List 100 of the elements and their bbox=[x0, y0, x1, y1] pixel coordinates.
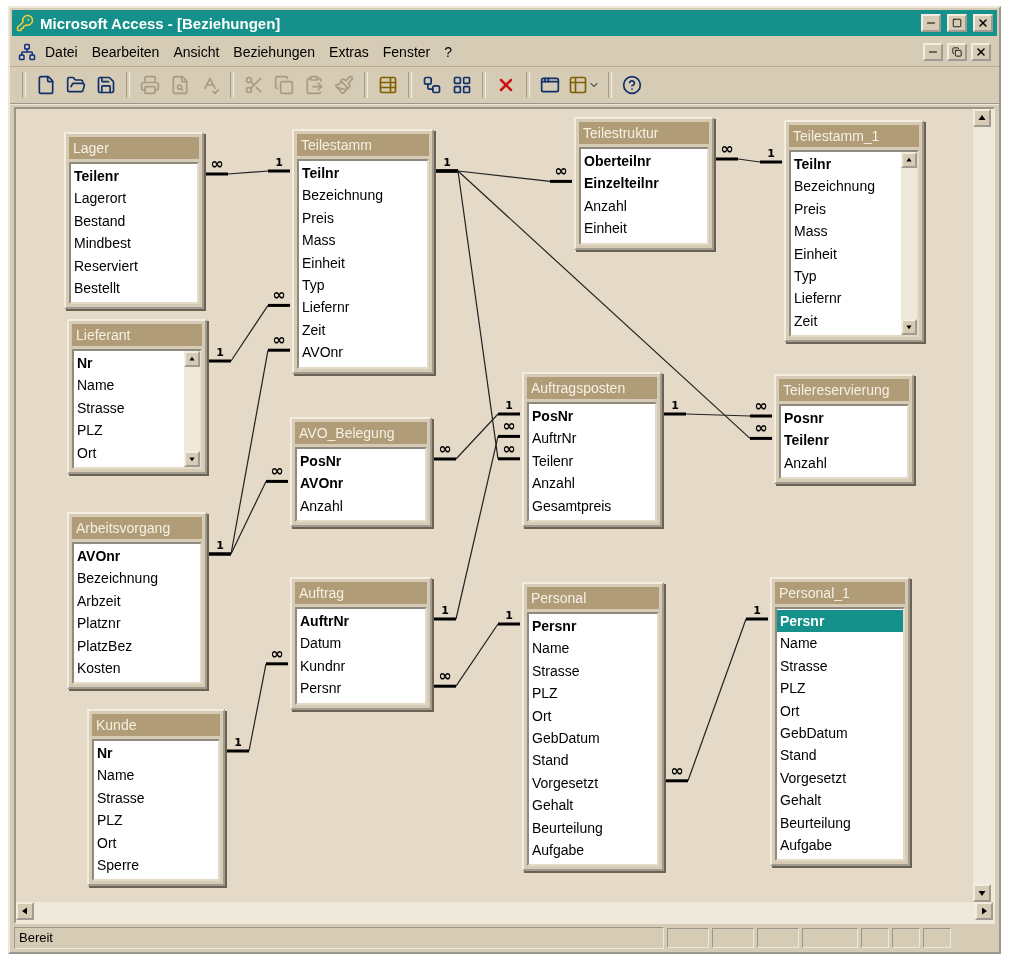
field-name[interactable]: PosNr bbox=[297, 450, 425, 473]
field-name[interactable]: Datum bbox=[297, 632, 425, 655]
field-name[interactable]: Einzelteilnr bbox=[581, 172, 707, 195]
field-name[interactable]: Bestand bbox=[71, 209, 197, 233]
field-name[interactable]: Name bbox=[74, 374, 184, 397]
table-window[interactable]: Auftrag AuftrNr Datum Kundnr Persnr bbox=[290, 577, 432, 710]
field-name[interactable]: PLZ bbox=[777, 677, 903, 700]
field-name[interactable]: Preis bbox=[299, 206, 427, 230]
table-window[interactable]: Lager Teilenr Lagerort Bestand Mindbest Reserviert Bestellt bbox=[64, 132, 204, 310]
close-button[interactable] bbox=[973, 14, 993, 32]
restore-button[interactable] bbox=[947, 43, 967, 61]
field-name[interactable]: Zeit bbox=[299, 318, 427, 342]
field-name[interactable]: Ort bbox=[777, 699, 903, 722]
table-window[interactable]: Teilereservierung Posnr Teilenr Anzahl bbox=[774, 374, 914, 485]
menu-item[interactable]: Fenster bbox=[377, 42, 436, 62]
table-window[interactable]: Arbeitsvorgang AVOnr Bezeichnung Arbzeit Platznr PlatzBez Kosten bbox=[67, 512, 207, 690]
field-name[interactable]: Einheit bbox=[581, 217, 707, 240]
field-name[interactable]: Platznr bbox=[74, 612, 200, 635]
field-name[interactable]: Teilenr bbox=[529, 449, 655, 473]
table-window[interactable]: Teilestamm Teilnr Bezeichnung Preis Mass Einheit Typ Liefernr Zeit AVOnr bbox=[292, 129, 434, 374]
field-name[interactable]: PLZ bbox=[529, 682, 657, 705]
field-name[interactable]: Anzahl bbox=[297, 494, 425, 518]
field-name[interactable]: Einheit bbox=[791, 242, 901, 265]
field-name[interactable]: Name bbox=[94, 764, 218, 787]
menu-item[interactable]: Beziehungen bbox=[228, 42, 321, 62]
field-name[interactable]: Ort bbox=[74, 441, 184, 464]
field-name[interactable]: Aufgabe bbox=[529, 838, 657, 862]
relationship-line[interactable] bbox=[664, 412, 772, 418]
field-name[interactable]: AuftrNr bbox=[297, 610, 425, 633]
field-name[interactable]: Anzahl bbox=[581, 194, 707, 218]
field-name[interactable]: GebDatum bbox=[529, 726, 657, 750]
field-name[interactable]: Mass bbox=[299, 229, 427, 252]
field-name[interactable]: PLZ bbox=[94, 809, 218, 832]
field-name[interactable]: Typ bbox=[299, 273, 427, 297]
relationship-line[interactable] bbox=[209, 303, 290, 363]
field-name[interactable]: Gehalt bbox=[529, 794, 657, 817]
menu-item[interactable]: Datei bbox=[40, 42, 83, 62]
field-name[interactable]: AuftrNr bbox=[529, 427, 655, 450]
relationship-line[interactable] bbox=[434, 412, 520, 461]
field-name[interactable]: Reserviert bbox=[71, 254, 197, 277]
field-name[interactable]: Teilenr bbox=[71, 165, 197, 188]
field-name[interactable]: Kosten bbox=[74, 656, 200, 680]
field-name[interactable]: Name bbox=[529, 637, 657, 660]
vertical-scrollbar[interactable] bbox=[973, 109, 993, 902]
field-name[interactable]: Vorgesetzt bbox=[529, 771, 657, 795]
scrollbar[interactable] bbox=[901, 152, 917, 336]
field-name[interactable]: Stand bbox=[777, 744, 903, 767]
field-name[interactable]: Bezeichnung bbox=[74, 567, 200, 590]
field-name[interactable]: AVOnr bbox=[297, 472, 425, 495]
field-name[interactable]: Beurteilung bbox=[777, 811, 903, 834]
field-name[interactable]: Vorgesetzt bbox=[777, 766, 903, 790]
field-name[interactable]: Stand bbox=[529, 749, 657, 772]
field-name[interactable]: PosNr bbox=[529, 405, 655, 428]
relationship-line[interactable] bbox=[227, 662, 288, 753]
horizontal-scrollbar[interactable] bbox=[16, 902, 993, 922]
field-name[interactable]: Preis bbox=[791, 197, 901, 221]
field-name[interactable]: Nr bbox=[94, 742, 218, 765]
field-name[interactable]: GebDatum bbox=[777, 721, 903, 745]
table-window[interactable]: Personal Persnr Name Strasse PLZ Ort GebDatum Stand Vorgesetzt Gehalt Beurteilung Aufgabe bbox=[522, 582, 664, 872]
field-name[interactable]: Gesamtpreis bbox=[529, 494, 655, 517]
scrollbar[interactable] bbox=[184, 351, 200, 467]
field-name[interactable]: AVOnr bbox=[74, 545, 200, 568]
field-name[interactable]: Strasse bbox=[777, 654, 903, 678]
relationship-line[interactable] bbox=[434, 434, 520, 621]
menu-item[interactable]: Extras bbox=[324, 42, 374, 62]
field-name[interactable]: PLZ bbox=[74, 419, 184, 442]
relationship-line[interactable] bbox=[716, 157, 782, 164]
field-name[interactable]: Arbzeit bbox=[74, 589, 200, 613]
field-name[interactable]: Liefernr bbox=[791, 287, 901, 310]
menu-item[interactable]: Ansicht bbox=[168, 42, 225, 62]
field-name[interactable]: Gehalt bbox=[777, 789, 903, 812]
field-name[interactable]: Aufgabe bbox=[777, 833, 903, 857]
field-name[interactable]: Liefernr bbox=[299, 296, 427, 319]
field-name[interactable]: Ort bbox=[529, 704, 657, 727]
relationship-line[interactable] bbox=[209, 479, 288, 556]
field-name[interactable]: Bezeichnung bbox=[299, 184, 427, 207]
field-name[interactable]: Einheit bbox=[299, 251, 427, 274]
field-name[interactable]: Nr bbox=[74, 352, 184, 375]
minimize-button[interactable] bbox=[921, 14, 941, 32]
field-name[interactable]: Teilnr bbox=[299, 162, 427, 185]
field-name[interactable]: Lagerort bbox=[71, 187, 197, 210]
field-name[interactable]: Teilnr bbox=[791, 153, 901, 176]
field-name[interactable]: Beurteilung bbox=[529, 816, 657, 839]
field-name[interactable]: Sperre bbox=[94, 853, 218, 877]
relationship-line[interactable] bbox=[434, 622, 520, 688]
field-name[interactable]: Mindbest bbox=[71, 232, 197, 255]
close-button[interactable] bbox=[971, 43, 991, 61]
field-name[interactable]: Posnr bbox=[781, 407, 907, 430]
relationship-icon[interactable] bbox=[18, 43, 36, 61]
field-name[interactable]: Persnr bbox=[297, 677, 425, 700]
menu-item[interactable]: Bearbeiten bbox=[86, 42, 165, 62]
table-window[interactable]: Lieferant Nr Name Strasse PLZ Ort bbox=[67, 319, 207, 474]
menu-item[interactable]: ? bbox=[439, 42, 458, 62]
field-name[interactable]: Persnr bbox=[529, 615, 657, 638]
field-name[interactable]: Mass bbox=[791, 220, 901, 243]
table-window[interactable]: Auftragsposten PosNr AuftrNr Teilenr Anzahl Gesamtpreis bbox=[522, 372, 662, 527]
field-name[interactable]: Kundnr bbox=[297, 654, 425, 678]
field-name[interactable]: Oberteilnr bbox=[581, 150, 707, 173]
field-name[interactable]: Ort bbox=[94, 831, 218, 854]
field-name[interactable]: Typ bbox=[791, 264, 901, 288]
